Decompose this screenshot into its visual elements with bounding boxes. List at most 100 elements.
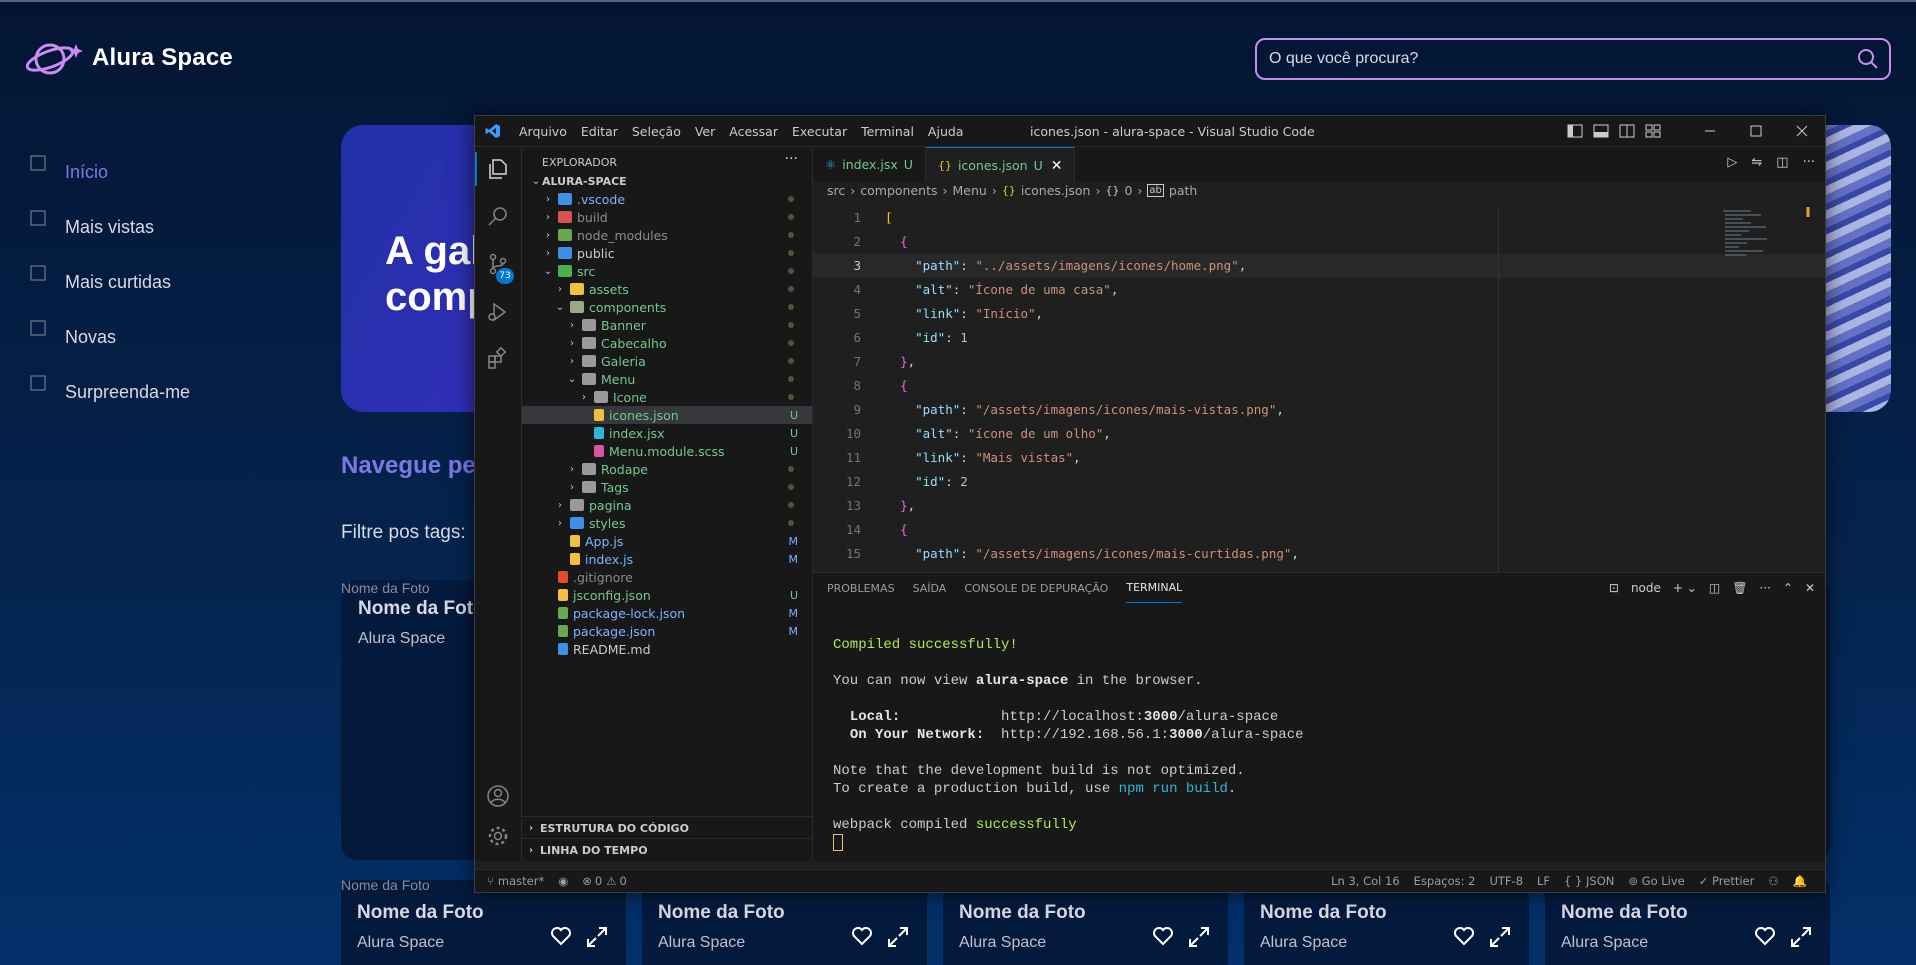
file-item[interactable]: icones.json U (522, 406, 812, 424)
nav-item-inicio[interactable]: Início (30, 145, 190, 200)
tab-saida[interactable]: SAÍDA (913, 573, 947, 603)
file-item[interactable]: .gitignore (522, 568, 812, 586)
file-item[interactable]: jsconfig.json U (522, 586, 812, 604)
breadcrumb-item[interactable]: 0 (1124, 183, 1132, 198)
search-bar[interactable] (1255, 38, 1891, 80)
code-line[interactable]: 3 "path": "../assets/imagens/icones/home… (813, 254, 1825, 278)
menu-arquivo[interactable]: Arquivo (519, 124, 567, 139)
maximize-panel-icon[interactable]: ⌃ (1783, 581, 1793, 595)
menu-executar[interactable]: Executar (792, 124, 847, 139)
tab-icones-json[interactable]: {} icones.json U ✕ (925, 147, 1076, 183)
end-of-line[interactable]: LF (1537, 874, 1550, 888)
file-item[interactable]: App.js M (522, 532, 812, 550)
run-and-debug-icon[interactable] (486, 300, 510, 324)
folder-item[interactable]: › .vscode (522, 190, 812, 208)
code-line[interactable]: 10 "alt": "ícone de um olho", (813, 422, 1825, 446)
cursor-position[interactable]: Ln 3, Col 16 (1331, 874, 1400, 888)
expand-icon[interactable] (1188, 926, 1210, 948)
code-line[interactable]: 15 "path": "/assets/imagens/icones/mais-… (813, 542, 1825, 566)
file-item[interactable]: index.js M (522, 550, 812, 568)
explorer-icon[interactable] (486, 157, 510, 181)
folder-item[interactable]: › Icone (522, 388, 812, 406)
code-line[interactable]: 7 }, (813, 350, 1825, 374)
code-area[interactable]: 1[2 {3 "path": "../assets/imagens/icones… (813, 206, 1825, 566)
search-icon[interactable] (486, 205, 510, 229)
folder-item[interactable]: › styles (522, 514, 812, 532)
new-terminal-icon[interactable]: + ⌄ (1673, 581, 1697, 595)
code-line[interactable]: 6 "id": 1 (813, 326, 1825, 350)
search-icon[interactable] (1857, 48, 1879, 70)
folder-item[interactable]: ⌄ src (522, 262, 812, 280)
file-item[interactable]: package.json M (522, 622, 812, 640)
bell-icon[interactable]: 🔔 (1793, 874, 1807, 888)
breadcrumb-item[interactable]: Menu (952, 183, 986, 198)
breadcrumb-item[interactable]: icones.json (1021, 183, 1091, 198)
go-live-button[interactable]: ⊚ Go Live (1628, 874, 1684, 888)
indentation[interactable]: Espaços: 2 (1414, 874, 1476, 888)
menu-terminal[interactable]: Terminal (861, 124, 914, 139)
nav-item-novas[interactable]: Novas (30, 310, 190, 365)
compare-icon[interactable]: ⇋ (1751, 155, 1762, 170)
toggle-primary-sidebar-icon[interactable] (1567, 124, 1583, 138)
extensions-icon[interactable] (486, 347, 510, 371)
split-terminal-icon[interactable]: ◫ (1709, 581, 1720, 595)
accounts-icon[interactable] (486, 784, 510, 808)
nav-item-surpreenda-me[interactable]: Surpreenda-me (30, 365, 190, 420)
expand-icon[interactable] (1790, 926, 1812, 948)
heart-icon[interactable] (1754, 926, 1776, 946)
menu-ajuda[interactable]: Ajuda (928, 124, 964, 139)
more-actions-icon[interactable]: ··· (785, 151, 798, 167)
accounts-status-icon[interactable]: ⚇ (1768, 874, 1778, 888)
close-panel-icon[interactable]: ✕ (1805, 581, 1815, 595)
breadcrumb-item[interactable]: path (1169, 183, 1197, 198)
maximize-icon[interactable] (1733, 116, 1779, 146)
branch-name[interactable]: master* (498, 874, 544, 888)
folder-item[interactable]: › pagina (522, 496, 812, 514)
breadcrumb-item[interactable]: components (860, 183, 937, 198)
search-input[interactable] (1267, 49, 1857, 69)
code-line[interactable]: 5 "link": "Início", (813, 302, 1825, 326)
menu-ver[interactable]: Ver (695, 124, 715, 139)
expand-icon[interactable] (887, 926, 909, 948)
warning-count[interactable]: 0 (620, 874, 627, 888)
sync-icon[interactable]: ◉ (558, 874, 568, 888)
close-icon[interactable] (1779, 116, 1825, 146)
site-logo[interactable]: Alura Space (26, 36, 233, 80)
minimize-icon[interactable] (1687, 116, 1733, 146)
menu-selecao[interactable]: Seleção (632, 124, 681, 139)
timeline-section[interactable]: › LINHA DO TEMPO (522, 838, 812, 861)
expand-icon[interactable] (1489, 926, 1511, 948)
code-line[interactable]: 8 { (813, 374, 1825, 398)
file-item[interactable]: package-lock.json M (522, 604, 812, 622)
code-line[interactable]: 14 { (813, 518, 1825, 542)
folder-item[interactable]: ⌄ Menu (522, 370, 812, 388)
nav-item-mais-vistas[interactable]: Mais vistas (30, 200, 190, 255)
folder-item[interactable]: › Rodape (522, 460, 812, 478)
code-line[interactable]: 12 "id": 2 (813, 470, 1825, 494)
heart-icon[interactable] (550, 926, 572, 946)
folder-item[interactable]: ⌄ components (522, 298, 812, 316)
prettier-button[interactable]: ✓ Prettier (1699, 874, 1755, 888)
more-actions-icon[interactable]: ··· (1803, 155, 1815, 170)
folder-item[interactable]: › Cabecalho (522, 334, 812, 352)
more-actions-icon[interactable]: ··· (1759, 581, 1770, 595)
vscode-logo-icon[interactable] (485, 123, 501, 139)
code-line[interactable]: 9 "path": "/assets/imagens/icones/mais-v… (813, 398, 1825, 422)
nav-item-mais-curtidas[interactable]: Mais curtidas (30, 255, 190, 310)
heart-icon[interactable] (1453, 926, 1475, 946)
tab-index-jsx[interactable]: ⚛ index.jsx U (813, 147, 926, 182)
folder-item[interactable]: › build (522, 208, 812, 226)
trash-icon[interactable]: 🗑 (1732, 581, 1747, 595)
folder-item[interactable]: › public (522, 244, 812, 262)
outline-section[interactable]: › ESTRUTURA DO CÓDIGO (522, 816, 812, 839)
code-line[interactable]: 13 }, (813, 494, 1825, 518)
tab-console-depuracao[interactable]: CONSOLE DE DEPURAÇÃO (964, 573, 1108, 603)
folder-item[interactable]: › assets (522, 280, 812, 298)
run-icon[interactable]: ▷ (1727, 155, 1737, 170)
close-tab-icon[interactable]: ✕ (1051, 158, 1063, 174)
encoding[interactable]: UTF-8 (1489, 874, 1523, 888)
toggle-secondary-sidebar-icon[interactable] (1619, 124, 1635, 138)
folder-item[interactable]: › node_modules (522, 226, 812, 244)
heart-icon[interactable] (851, 926, 873, 946)
expand-icon[interactable] (586, 926, 608, 948)
